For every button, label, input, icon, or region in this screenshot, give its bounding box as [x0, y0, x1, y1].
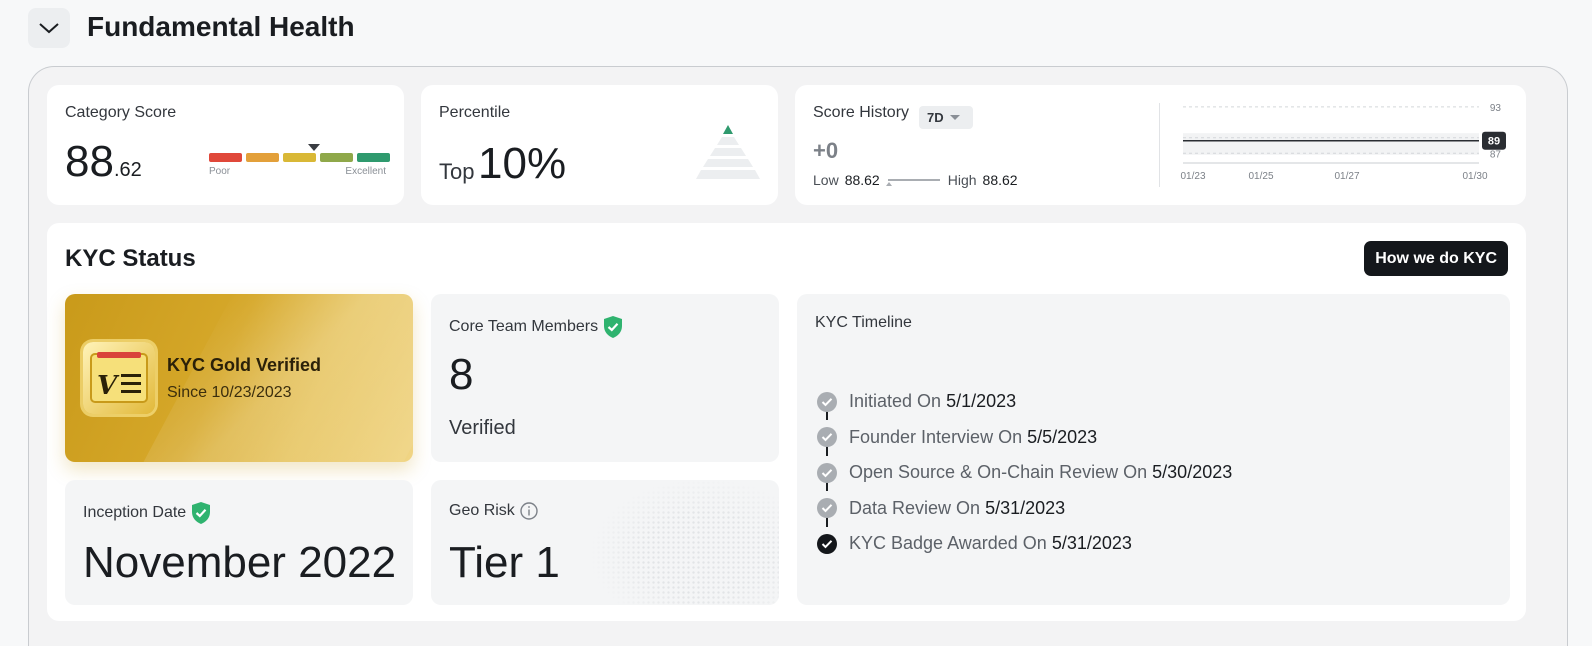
core-team-label-row: Core Team Members — [449, 315, 624, 339]
period-select[interactable]: 7D — [919, 106, 973, 129]
low-label: Low — [813, 172, 839, 188]
check-icon — [817, 427, 837, 448]
x-tick-label: 01/27 — [1334, 171, 1359, 182]
divider — [1159, 103, 1160, 187]
score-history-chart: 93 8789 01/23 01/25 01/27 01/30 — [1180, 103, 1506, 182]
kyc-timeline-label: KYC Timeline — [815, 314, 912, 331]
gold-sheen — [131, 294, 413, 462]
geo-risk-label: Geo Risk — [449, 502, 515, 519]
percentile-card: Percentile Top 10% — [421, 85, 778, 205]
fundamental-health-panel: Category Score 88.62 Poor Excellent Perc… — [28, 66, 1568, 646]
how-we-do-kyc-button[interactable]: How we do KYC — [1364, 241, 1508, 276]
page-title: Fundamental Health — [87, 11, 355, 42]
geo-risk-label-row: Geo Risk — [449, 501, 539, 521]
chevron-down-icon — [39, 23, 59, 34]
kyc-title: KYC Status — [65, 245, 196, 272]
x-tick-label: 01/25 — [1248, 171, 1273, 182]
step-date: 5/31/2023 — [1051, 533, 1132, 554]
inception-label: Inception Date — [83, 504, 187, 521]
score-whole: 88 — [65, 137, 114, 186]
caret-down-icon — [949, 115, 960, 120]
high-label: High — [947, 172, 977, 188]
core-team-label: Core Team Members — [449, 318, 599, 335]
score-history-card: Score History 7D +0 Low 88.62 High 88.62… — [795, 85, 1526, 205]
step-text: Initiated On — [849, 391, 942, 412]
score-decimal: .62 — [113, 159, 142, 181]
timeline-step: Open Source & On-Chain Review On 5/30/202… — [817, 455, 1232, 491]
percentile-label: Percentile — [439, 104, 511, 121]
scale-marker-icon — [308, 144, 320, 151]
range-bar — [885, 179, 940, 186]
step-date: 5/31/2023 — [985, 497, 1066, 518]
timeline-steps: Initiated On 5/1/2023 Founder Interview O… — [817, 384, 1232, 562]
core-team-count: 8 — [449, 350, 474, 399]
info-icon[interactable] — [519, 501, 539, 521]
percentile-value: 10% — [478, 139, 567, 188]
x-tick-label: 01/30 — [1462, 171, 1487, 182]
badge-title: KYC Gold Verified — [167, 355, 322, 375]
chart-band — [1183, 133, 1479, 155]
timeline-step: Data Review On 5/31/2023 — [817, 491, 1232, 527]
step-date: 5/1/2023 — [946, 391, 1017, 412]
kyc-gold-badge-card: V KYC Gold Verified Since 10/23/2023 — [65, 294, 413, 462]
check-icon — [817, 391, 837, 412]
scale-segment — [283, 153, 316, 162]
timeline-step: Founder Interview On 5/5/2023 — [817, 420, 1232, 456]
check-icon — [817, 462, 837, 483]
scale-segment — [246, 153, 279, 162]
timeline-step: KYC Badge Awarded On 5/31/2023 — [817, 526, 1232, 562]
scale-low-label: Poor — [209, 166, 231, 177]
kyc-timeline-card: KYC Timeline Initiated On 5/1/2023 Founde… — [797, 294, 1510, 605]
step-text: Open Source & On-Chain Review On — [849, 462, 1148, 483]
category-score-label: Category Score — [65, 104, 177, 121]
category-score-value: 88.62 — [65, 137, 142, 187]
geo-risk-value: Tier 1 — [449, 538, 560, 587]
step-text: Founder Interview On — [849, 426, 1023, 447]
current-value-label: 89 — [1488, 136, 1500, 148]
step-date: 5/5/2023 — [1027, 426, 1098, 447]
kyc-badge-icon: V — [83, 342, 155, 414]
inception-date-card: Inception Date November 2022 — [65, 480, 413, 605]
core-team-status: Verified — [449, 417, 516, 439]
step-text: Data Review On — [849, 497, 981, 518]
score-scale — [209, 153, 390, 162]
period-value: 7D — [927, 110, 944, 125]
scale-high-label: Excellent — [345, 166, 386, 177]
badge-since: Since 10/23/2023 — [167, 384, 292, 401]
pyramid-icon — [696, 125, 760, 179]
step-text: KYC Badge Awarded On — [849, 533, 1047, 554]
scale-segment — [320, 153, 353, 162]
score-change: +0 — [813, 138, 839, 163]
scale-segment — [209, 153, 242, 162]
percentile-prefix: Top — [439, 159, 475, 184]
world-map-icon — [591, 480, 779, 605]
category-score-card: Category Score 88.62 Poor Excellent — [47, 85, 404, 205]
inception-value: November 2022 — [83, 538, 397, 587]
scale-segment — [357, 153, 390, 162]
score-range: Low 88.62 High 88.62 — [813, 172, 1018, 188]
check-icon — [817, 533, 837, 554]
low-value: 88.62 — [844, 172, 880, 188]
y-tick-label: 87 — [1490, 149, 1502, 160]
verified-v-icon: V — [90, 352, 148, 403]
high-value: 88.62 — [982, 172, 1018, 188]
check-icon — [817, 498, 837, 519]
kyc-status-card: KYC Status How we do KYC V KYC Gold Veri… — [47, 223, 1526, 621]
step-date: 5/30/2023 — [1152, 462, 1233, 483]
x-tick-label: 01/23 — [1180, 171, 1205, 182]
score-history-label: Score History — [813, 104, 910, 121]
timeline-step: Initiated On 5/1/2023 — [817, 384, 1232, 420]
inception-label-row: Inception Date — [83, 501, 212, 525]
verified-shield-icon — [604, 316, 623, 338]
core-team-card: Core Team Members 8 Verified — [431, 294, 779, 462]
verified-shield-icon — [192, 502, 211, 524]
geo-risk-card: Geo Risk Tier 1 — [431, 480, 779, 605]
collapse-button[interactable] — [28, 8, 70, 48]
y-tick-label: 93 — [1490, 103, 1502, 114]
svg-text:V: V — [97, 371, 120, 401]
